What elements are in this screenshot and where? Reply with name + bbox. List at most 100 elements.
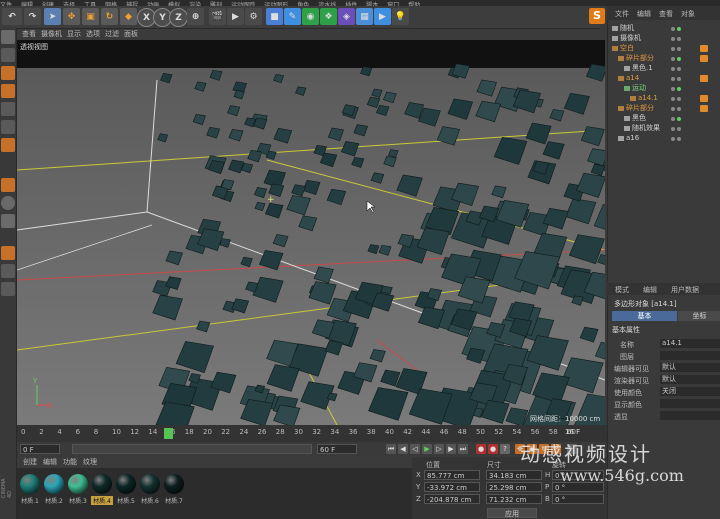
tab-basic[interactable]: 基本: [612, 311, 677, 321]
material-swatch[interactable]: [164, 474, 184, 494]
attribute-value-field[interactable]: 默认: [660, 363, 720, 372]
snap-icon[interactable]: [1, 196, 15, 210]
render-check-icon[interactable]: [677, 47, 681, 51]
render-check-icon[interactable]: [677, 127, 681, 131]
tag-icon[interactable]: [700, 95, 708, 102]
viewport-menu-item[interactable]: 查看: [22, 29, 36, 39]
tag-icon[interactable]: [700, 105, 708, 112]
material-swatch[interactable]: [44, 474, 64, 494]
make-editable-icon[interactable]: [1, 30, 15, 44]
object-row-label[interactable]: 碎片部分: [626, 104, 654, 113]
attribute-value-field[interactable]: [660, 411, 720, 420]
position-field[interactable]: 85.777 cm: [424, 470, 480, 480]
layer-icon[interactable]: [1, 282, 15, 296]
tab-coordinates[interactable]: 坐标: [678, 311, 720, 321]
render-check-icon[interactable]: [677, 107, 681, 111]
material-menu-item[interactable]: 纹理: [83, 457, 97, 467]
scale-tool-button[interactable]: ▣: [82, 8, 99, 25]
attribute-value-field[interactable]: a14.1: [660, 339, 720, 348]
play-button[interactable]: ▶: [422, 444, 432, 454]
texture-mode-icon[interactable]: [1, 48, 15, 62]
render-settings-button[interactable]: ⚙: [245, 8, 262, 25]
edges-mode-icon[interactable]: [1, 102, 15, 116]
tag-icon[interactable]: [700, 55, 708, 62]
subdivision-button[interactable]: ◉: [302, 8, 319, 25]
render-check-icon[interactable]: [677, 137, 681, 141]
visibility-dot[interactable]: [671, 77, 675, 81]
select-tool-button[interactable]: ➤: [44, 8, 61, 25]
object-manager-tab[interactable]: 文件: [615, 9, 629, 19]
material-swatch[interactable]: [68, 474, 88, 494]
timeline-playhead[interactable]: [164, 428, 173, 439]
keyframe-selection-button[interactable]: ?: [500, 444, 510, 454]
visibility-dot[interactable]: [671, 137, 675, 141]
move-tool-button[interactable]: ✥: [63, 8, 80, 25]
visibility-dot[interactable]: [671, 87, 675, 91]
points-mode-icon[interactable]: [1, 84, 15, 98]
lock-icon[interactable]: [1, 246, 15, 260]
next-frame-button[interactable]: ▷: [434, 444, 444, 454]
visibility-dot[interactable]: [671, 67, 675, 71]
object-row-label[interactable]: 空白: [620, 44, 634, 53]
visibility-dot[interactable]: [671, 47, 675, 51]
render-check-icon[interactable]: [677, 37, 681, 41]
visibility-dot[interactable]: [671, 27, 675, 31]
attribute-value-field[interactable]: [660, 351, 720, 360]
viewport-menu-item[interactable]: 过滤: [105, 29, 119, 39]
material-menu-item[interactable]: 创建: [23, 457, 37, 467]
object-row-label[interactable]: 碎片部分: [626, 54, 654, 63]
attribute-manager-tab[interactable]: 用户数据: [671, 285, 699, 295]
visibility-dot[interactable]: [671, 107, 675, 111]
apply-button[interactable]: 应用: [487, 508, 537, 518]
cloner-button[interactable]: ❖: [320, 8, 337, 25]
previous-frame-button[interactable]: ◁: [410, 444, 420, 454]
visibility-dot[interactable]: [671, 117, 675, 121]
model-mode-icon[interactable]: [1, 66, 15, 80]
object-row-label[interactable]: 摄像机: [620, 34, 641, 43]
viewport-menu-item[interactable]: 面板: [124, 29, 138, 39]
material-menu-item[interactable]: 功能: [63, 457, 77, 467]
attribute-value-field[interactable]: 关闭: [660, 387, 720, 396]
pen-button[interactable]: ✎: [284, 8, 301, 25]
object-row-label[interactable]: 随机: [620, 24, 634, 33]
object-manager-tab[interactable]: 对象: [681, 9, 695, 19]
workplane-icon[interactable]: [1, 214, 15, 228]
perspective-viewport[interactable]: Y X +: [17, 40, 605, 425]
floor-button[interactable]: ▦: [356, 8, 373, 25]
object-row-label[interactable]: a16: [626, 134, 639, 143]
timeline-ruler[interactable]: 0246810121416182022242628303234363840424…: [17, 425, 607, 442]
object-row-label[interactable]: 随机效果: [632, 124, 660, 133]
autokey-button[interactable]: ●: [488, 444, 498, 454]
attribute-manager-tab[interactable]: 模式: [615, 285, 629, 295]
next-key-button[interactable]: ▶: [446, 444, 456, 454]
visibility-dot[interactable]: [671, 57, 675, 61]
rotate-tool-button[interactable]: ↻: [101, 8, 118, 25]
go-to-end-button[interactable]: ⏭: [458, 444, 468, 454]
cube-button[interactable]: ■: [266, 8, 283, 25]
position-field[interactable]: -204.878 cm: [424, 494, 480, 504]
material-swatch[interactable]: [92, 474, 112, 494]
z-axis-button[interactable]: Z: [169, 8, 188, 27]
object-manager-tab[interactable]: 查看: [659, 9, 673, 19]
object-row-label[interactable]: a14: [626, 74, 639, 83]
light-button[interactable]: 💡: [392, 8, 409, 25]
object-row-label[interactable]: 运动: [632, 84, 646, 93]
material-swatch[interactable]: [116, 474, 136, 494]
size-field[interactable]: 71.232 cm: [486, 494, 542, 504]
go-to-start-button[interactable]: ⏮: [386, 444, 396, 454]
size-field[interactable]: 34.183 cm: [486, 470, 542, 480]
coordinate-system-button[interactable]: ⊕: [187, 8, 204, 25]
render-check-icon[interactable]: [677, 77, 681, 81]
render-check-icon[interactable]: [677, 27, 681, 31]
viewport-menu-item[interactable]: 显示: [67, 29, 81, 39]
tag-icon[interactable]: [700, 45, 708, 52]
tag-icon[interactable]: [700, 75, 708, 82]
visibility-dot[interactable]: [671, 37, 675, 41]
size-field[interactable]: 25.298 cm: [486, 482, 542, 492]
material-swatch[interactable]: [140, 474, 160, 494]
undo-button[interactable]: ↶: [2, 8, 22, 25]
object-row-label[interactable]: 黑色: [632, 114, 646, 123]
material-swatch[interactable]: [20, 474, 40, 494]
deformer-button[interactable]: ◈: [338, 8, 355, 25]
object-row-label[interactable]: a14.1: [638, 94, 658, 103]
